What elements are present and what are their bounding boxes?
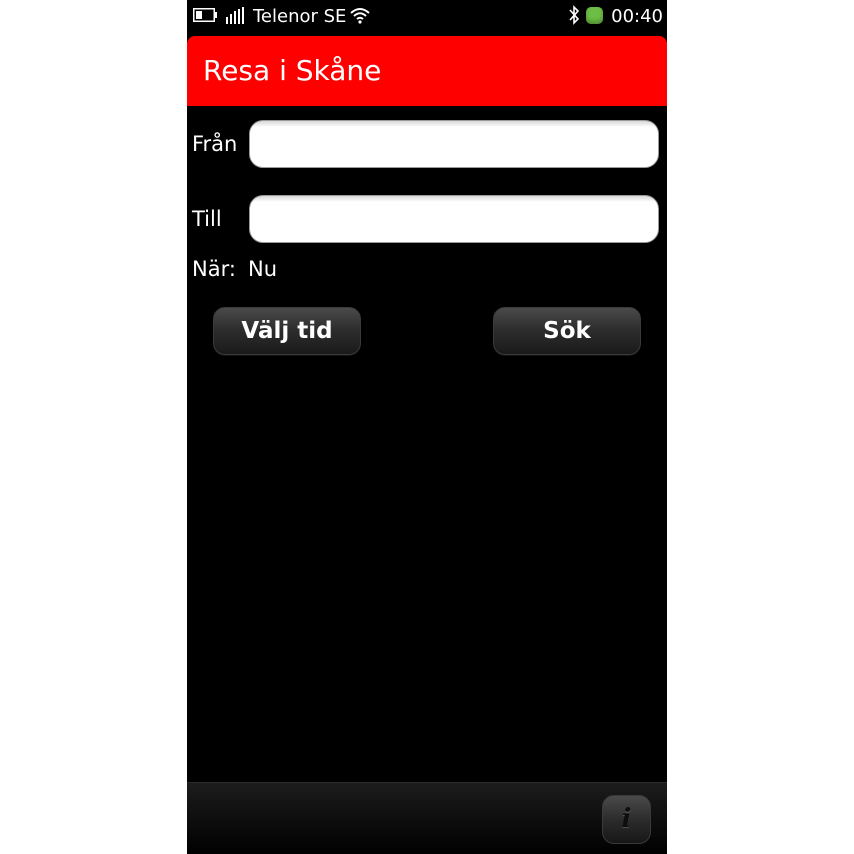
bottom-toolbar: i [187,782,667,854]
info-icon: i [621,804,632,834]
carrier-name: Telenor SE [253,6,347,27]
when-label: När: [192,257,236,281]
wifi-icon [350,8,370,24]
signal-strength-icon [226,7,244,24]
app-header: Resa i Skåne [187,36,667,106]
clock: 00:40 [611,6,663,27]
to-label: Till [192,207,222,231]
bluetooth-icon [569,5,580,25]
from-label: Från [192,132,238,156]
search-button[interactable]: Sök [493,307,641,355]
from-input[interactable] [249,120,659,168]
info-button[interactable]: i [602,795,651,844]
status-bar: Telenor SE 00:40 [187,0,667,34]
to-input[interactable] [249,195,659,243]
app-screen: Telenor SE 00:40 Resa i Skåne Från Till … [187,0,667,854]
status-indicator-icon [586,7,603,24]
battery-icon [193,8,217,22]
page-title: Resa i Skåne [203,54,382,87]
when-value: Nu [248,257,278,281]
choose-time-button[interactable]: Välj tid [213,307,361,355]
